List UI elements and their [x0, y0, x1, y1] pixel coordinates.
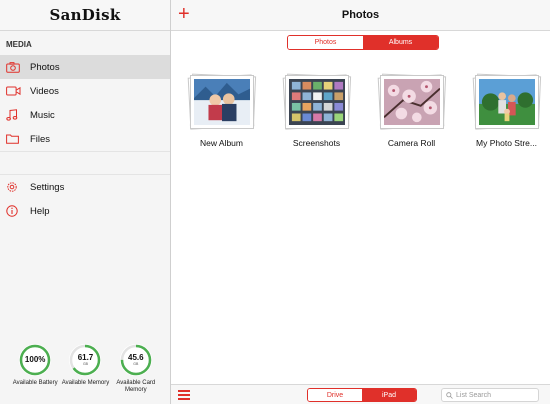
- main-panel: + Photos Photos Albums New Album Screens…: [171, 0, 550, 404]
- sidebar-item-help[interactable]: Help: [0, 199, 170, 223]
- menu-icon[interactable]: [178, 390, 190, 400]
- album-thumbnail: [187, 72, 257, 132]
- gear-icon: [6, 181, 30, 193]
- tab-drive[interactable]: Drive: [308, 389, 362, 401]
- album-name: Screenshots: [292, 138, 341, 148]
- album-item[interactable]: My Photo Stre...: [464, 72, 549, 148]
- gauge-fill: [19, 344, 51, 376]
- brand-logo: SanDisk: [0, 0, 170, 31]
- sidebar-item-settings[interactable]: Settings: [0, 175, 170, 199]
- sidebar-item-label: Help: [30, 205, 50, 217]
- sidebar-divider: [0, 151, 170, 175]
- tab-photos[interactable]: Photos: [288, 36, 363, 49]
- album-item[interactable]: New Album: [179, 72, 264, 148]
- video-camera-icon: [6, 86, 30, 96]
- sidebar-item-files[interactable]: Files: [0, 127, 170, 151]
- sidebar: SanDisk MEDIA Photos Videos Music Files …: [0, 0, 171, 404]
- sidebar-item-label: Videos: [30, 85, 59, 97]
- search-placeholder: List Search: [456, 391, 492, 399]
- battery-gauge: 100% Available Battery: [13, 344, 58, 394]
- search-input[interactable]: List Search: [441, 388, 539, 402]
- cherry-blossom-photo: [382, 79, 441, 125]
- page-title: Photos: [341, 9, 380, 21]
- section-label: MEDIA: [6, 40, 32, 49]
- album-thumbnail: [282, 72, 352, 132]
- album-thumbnail: [377, 72, 447, 132]
- info-icon: [6, 205, 30, 217]
- storage-gauges: 100% Available Battery 61.7 GB Available…: [0, 344, 171, 394]
- view-segmented-control: Photos Albums: [287, 35, 439, 50]
- brand-name: SanDisk: [49, 6, 121, 24]
- screenshots-photo: [288, 79, 345, 125]
- gauge-label: Available Card Memory: [116, 380, 156, 393]
- gauge-ring: 100%: [19, 344, 52, 376]
- tab-ipad[interactable]: iPad: [362, 389, 416, 401]
- search-icon: [446, 391, 453, 399]
- gauge-label: Available Memory: [61, 380, 110, 386]
- source-segmented-control: Drive iPad: [307, 388, 417, 402]
- bottom-toolbar: Drive iPad List Search: [171, 384, 550, 404]
- album-item[interactable]: Camera Roll: [369, 72, 454, 148]
- sidebar-item-label: Music: [30, 109, 55, 121]
- winter-photo: [193, 79, 250, 125]
- camera-icon: [6, 61, 30, 73]
- album-name: My Photo Stre...: [476, 138, 537, 148]
- tab-albums[interactable]: Albums: [363, 36, 438, 49]
- memory-gauge: 61.7 GB Available Memory: [62, 344, 109, 394]
- gauge-label: Available Battery: [12, 380, 58, 386]
- folder-icon: [6, 134, 30, 144]
- sidebar-item-label: Settings: [30, 181, 65, 193]
- album-name: New Album: [200, 138, 243, 148]
- album-thumbnail: [472, 72, 542, 132]
- sidebar-item-photos[interactable]: Photos: [0, 55, 170, 79]
- header-bar: + Photos: [171, 0, 550, 31]
- add-button[interactable]: +: [178, 3, 190, 25]
- card-memory-gauge: 45.6 GB Available Card Memory: [116, 344, 156, 394]
- album-grid: New Album Screenshots Camera Roll My Pho…: [179, 72, 549, 148]
- sidebar-item-label: Files: [30, 133, 51, 145]
- album-item[interactable]: Screenshots: [274, 72, 359, 148]
- sidebar-item-label: Photos: [30, 61, 60, 73]
- gauge-ring: 45.6 GB: [119, 344, 152, 376]
- sidebar-item-videos[interactable]: Videos: [0, 79, 170, 103]
- gauge-ring: 61.7 GB: [69, 344, 102, 376]
- music-note-icon: [6, 109, 30, 121]
- park-family-photo: [478, 79, 535, 125]
- album-name: Camera Roll: [387, 138, 436, 148]
- sidebar-item-music[interactable]: Music: [0, 103, 170, 127]
